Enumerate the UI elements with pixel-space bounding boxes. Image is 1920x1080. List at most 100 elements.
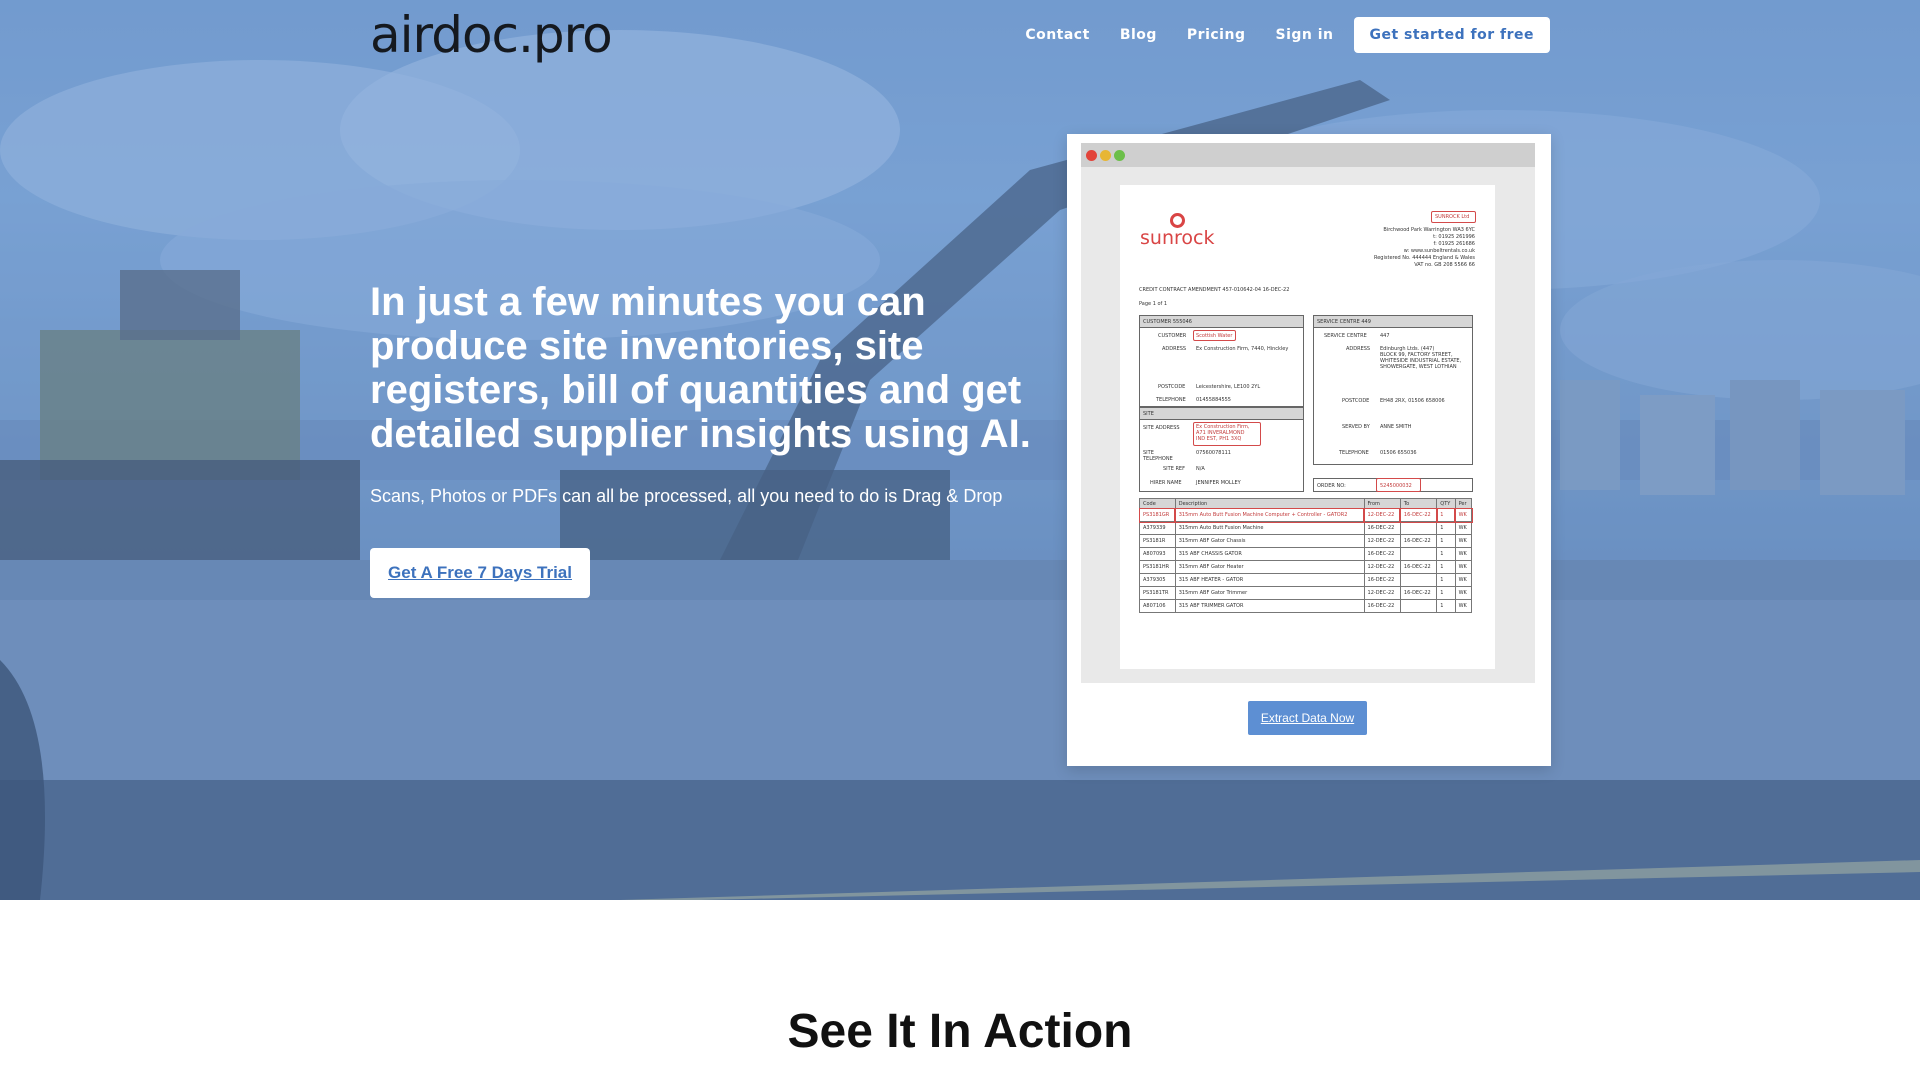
site-phone: 07560078111 bbox=[1196, 450, 1231, 456]
label: ADDRESS bbox=[1162, 346, 1187, 352]
table-cell: 315mm Auto Butt Fusion Machine Computer … bbox=[1174, 507, 1366, 523]
table-cell: 12-DEC-22 bbox=[1363, 507, 1402, 523]
hero-subheadline: Scans, Photos or PDFs can all be process… bbox=[370, 486, 1003, 506]
hero-headline: In just a few minutes you can produce si… bbox=[370, 280, 1031, 456]
service-phone: 01506 655036 bbox=[1380, 450, 1417, 456]
nav-link-contact[interactable]: Contact bbox=[1025, 27, 1090, 43]
table-cell: 16-DEC-22 bbox=[1399, 534, 1438, 548]
get-started-button[interactable]: Get started for free bbox=[1353, 17, 1550, 53]
header-line: f: 01925 261686 bbox=[1433, 241, 1475, 247]
order-number: 5245000032 bbox=[1380, 483, 1412, 489]
column-header: From bbox=[1363, 498, 1401, 509]
table-row: A379339 315mm Auto Butt Fusion Machine 16-… bbox=[1139, 521, 1473, 535]
column-header: Code bbox=[1139, 498, 1176, 509]
table-cell: 315 ABF TRIMMER GATOR bbox=[1174, 599, 1365, 613]
table-cell: 315 ABF HEATER - GATOR bbox=[1174, 573, 1365, 587]
label: TELEPHONE bbox=[1156, 397, 1186, 403]
header-line: Birchwood Park Warrington WA3 6YC bbox=[1383, 227, 1475, 233]
served-by: ANNE SMITH bbox=[1380, 424, 1412, 430]
table-cell: 1 bbox=[1436, 521, 1456, 535]
document-preview-card: sunrock SUNROCK Ltd Birchwood Park Warri… bbox=[1067, 134, 1551, 766]
table-cell bbox=[1399, 599, 1438, 613]
header-line: Registered No. 444444 England & Wales bbox=[1373, 255, 1475, 261]
table-cell: PS3181HR bbox=[1139, 560, 1176, 574]
label: SITE TELEPHONE bbox=[1143, 450, 1173, 462]
nav-link-pricing[interactable]: Pricing bbox=[1187, 27, 1246, 43]
site-head: SITE bbox=[1143, 411, 1154, 417]
customer-phone: 01455884555 bbox=[1196, 397, 1231, 403]
label: SITE REF bbox=[1163, 466, 1185, 472]
customer-address: Ex Construction Firm, 7440, Hinckley bbox=[1196, 346, 1289, 352]
label: ADDRESS bbox=[1346, 346, 1371, 352]
table-cell: 1 bbox=[1436, 547, 1456, 561]
label: POSTCODE bbox=[1158, 384, 1186, 390]
column-header: To bbox=[1399, 498, 1438, 509]
table-cell: 16-DEC-22 bbox=[1399, 586, 1438, 600]
table-cell: WK bbox=[1454, 507, 1473, 523]
maximize-dot-icon bbox=[1114, 150, 1125, 161]
customer-head: CUSTOMER 555046 bbox=[1143, 319, 1192, 325]
window-title-bar bbox=[1081, 143, 1535, 167]
label: TELEPHONE bbox=[1339, 450, 1369, 456]
service-postcode: EH48 2RX, 01506 658006 bbox=[1380, 398, 1445, 404]
site-ref: N/A bbox=[1196, 466, 1205, 472]
column-header: Per bbox=[1454, 498, 1473, 509]
table-cell: PS3181GR bbox=[1138, 507, 1177, 523]
table-cell: 315mm ABF Gator Heater bbox=[1174, 560, 1365, 574]
table-cell: 1 bbox=[1436, 599, 1456, 613]
site-box: SITE SITE ADDRESS Ex Construction Firm, … bbox=[1139, 407, 1304, 492]
customer-postcode: Leicestershire, LE100 2YL bbox=[1196, 384, 1261, 390]
table-cell: 315 ABF CHASSIS GATOR bbox=[1174, 547, 1365, 561]
minimize-dot-icon bbox=[1100, 150, 1111, 161]
header-line: w: www.sunbeltrentals.co.uk bbox=[1403, 248, 1475, 254]
page-line: Page 1 of 1 bbox=[1139, 301, 1168, 307]
customer-name: Scottish Water bbox=[1196, 333, 1233, 339]
table-cell: A379305 bbox=[1139, 573, 1176, 587]
header-line: t: 01925 261996 bbox=[1433, 234, 1475, 240]
brand-logo[interactable]: airdoc.pro bbox=[370, 6, 613, 64]
sunrock-logo-text: sunrock bbox=[1140, 227, 1215, 249]
table-cell: 16-DEC-22 bbox=[1363, 573, 1401, 587]
table-cell: 12-DEC-22 bbox=[1363, 534, 1401, 548]
service-address-line: SHOWERGATE, WEST LOTHIAN bbox=[1380, 364, 1457, 370]
table-cell: A807093 bbox=[1139, 547, 1176, 561]
table-cell: 315mm Auto Butt Fusion Machine bbox=[1174, 521, 1365, 535]
table-row: PS3181TR 315mm ABF Gator Trimmer 12-DEC-22… bbox=[1139, 586, 1473, 600]
order-box: ORDER NO: 5245000032 bbox=[1313, 478, 1473, 492]
label: SITE ADDRESS bbox=[1143, 425, 1180, 431]
label: POSTCODE bbox=[1342, 398, 1370, 404]
table-cell: 16-DEC-22 bbox=[1399, 560, 1438, 574]
extract-data-button[interactable]: Extract Data Now bbox=[1248, 701, 1367, 735]
table-cell: 1 bbox=[1436, 560, 1456, 574]
table-cell: 16-DEC-22 bbox=[1363, 547, 1401, 561]
table-cell: 1 bbox=[1436, 573, 1456, 587]
company-tag: SUNROCK Ltd bbox=[1435, 214, 1470, 220]
table-cell: 12-DEC-22 bbox=[1363, 586, 1401, 600]
section-title: See It In Action bbox=[787, 1005, 1133, 1058]
preview-window: sunrock SUNROCK Ltd Birchwood Park Warri… bbox=[1081, 143, 1535, 683]
table-cell: A379339 bbox=[1139, 521, 1176, 535]
table-row: PS3181GR 315mm Auto Butt Fusion Machine C… bbox=[1138, 507, 1473, 523]
table-cell bbox=[1399, 521, 1438, 535]
table-cell: 1 bbox=[1435, 507, 1457, 523]
table-cell: PS3181R bbox=[1139, 534, 1176, 548]
table-row: A807093 315 ABF CHASSIS GATOR 16-DEC-22 1 WK bbox=[1139, 547, 1473, 561]
table-cell: WK bbox=[1454, 534, 1473, 548]
header-line: VAT no. GB 208 5566 66 bbox=[1414, 262, 1475, 268]
table-header-row: Code Description From To QTY Per bbox=[1139, 498, 1473, 509]
nav-link-blog[interactable]: Blog bbox=[1120, 27, 1157, 43]
service-centre: 447 bbox=[1380, 333, 1390, 339]
free-trial-button[interactable]: Get A Free 7 Days Trial bbox=[370, 548, 590, 598]
customer-box: CUSTOMER 555046 CUSTOMER Scottish Water … bbox=[1139, 315, 1304, 407]
label: SERVED BY bbox=[1342, 424, 1370, 430]
line-items-table: Code Description From To QTY Per PS3181G… bbox=[1138, 498, 1473, 613]
table-row: A379305 315 ABF HEATER - GATOR 16-DEC-22 1 W… bbox=[1139, 573, 1473, 587]
hirer-name: JENNIFER MOLLEY bbox=[1196, 480, 1241, 486]
table-cell: WK bbox=[1454, 586, 1473, 600]
nav-link-sign-in[interactable]: Sign in bbox=[1275, 27, 1333, 43]
label: ORDER NO: bbox=[1317, 483, 1346, 489]
label: SERVICE CENTRE bbox=[1324, 333, 1367, 339]
table-cell: WK bbox=[1454, 560, 1473, 574]
site-address-line: IND EST, PH1 3XQ bbox=[1196, 436, 1242, 442]
table-cell: 16-DEC-22 bbox=[1399, 507, 1438, 523]
